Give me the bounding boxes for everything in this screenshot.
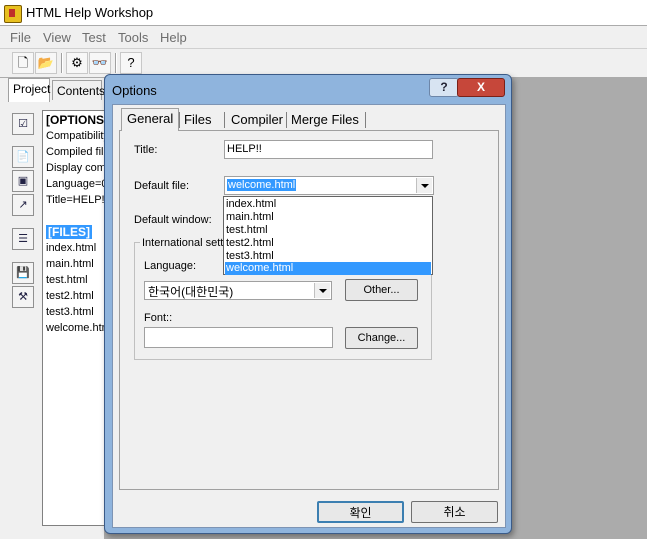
save-compile-icon[interactable]: ⚒ [12,286,34,308]
font-field[interactable] [144,327,333,348]
view-source-icon[interactable]: ↗ [12,194,34,216]
tab-separator [286,112,287,128]
open-icon[interactable]: 📂 [35,52,57,74]
window-title: HTML Help Workshop [26,5,154,20]
dropdown-option[interactable]: test2.html [225,237,431,250]
menu-tools[interactable]: Tools [118,30,148,45]
compile-icon[interactable]: ⚙ [66,52,88,74]
add-window-icon[interactable]: ▣ [12,170,34,192]
change-button[interactable]: Change... [345,327,418,349]
default-file-dropdown-list: index.html main.html test.html test2.htm… [223,196,433,275]
dropdown-option[interactable]: test.html [225,224,431,237]
list-item[interactable]: Language=0 [46,178,105,190]
font-label: Font:: [144,312,173,324]
tab-separator [365,112,366,128]
api-info-icon[interactable]: ☰ [12,228,34,250]
language-select[interactable]: 한국어(대한민국) [144,281,332,300]
help-icon[interactable]: ? [120,52,142,74]
options-dialog: Options ? X General Files Compiler Merge… [104,74,512,534]
tab-project[interactable]: Project [8,78,50,102]
tab-contents[interactable]: Contents [52,80,105,100]
save-project-icon[interactable]: 💾 [12,262,34,284]
view-compiled-icon[interactable]: 👓 [89,52,111,74]
close-button[interactable]: X [457,78,505,97]
default-file-label: Default file: [134,180,190,192]
chevron-down-icon[interactable] [314,283,330,298]
tab-files[interactable]: Files [181,110,214,129]
language-label: Language: [144,260,196,272]
list-item[interactable]: test.html [46,274,88,286]
tab-separator [224,112,225,128]
menu-view[interactable]: View [43,30,71,45]
add-file-icon[interactable]: 📄 [12,146,34,168]
list-item[interactable]: Compatibility [46,130,105,142]
list-item[interactable]: Display com [46,162,105,174]
files-header[interactable]: [FILES] [46,225,92,239]
menu-help[interactable]: Help [160,30,187,45]
options-header[interactable]: [OPTIONS] [46,113,105,127]
dropdown-option-selected[interactable]: welcome.html [225,262,431,275]
list-item[interactable]: test2.html [46,290,94,302]
default-window-label: Default window: [134,214,212,226]
list-item[interactable]: index.html [46,242,96,254]
help-workshop-icon [4,5,22,23]
toolbar: 🗋 📂 ⚙ 👓 ? [0,49,647,77]
new-icon[interactable]: 🗋 [12,52,34,74]
default-file-value: welcome.html [227,179,297,191]
dropdown-option[interactable]: index.html [225,198,431,211]
menu-bar: File View Test Tools Help [0,26,647,49]
list-item[interactable]: main.html [46,258,94,270]
change-options-icon[interactable]: ☑ [12,113,34,135]
tab-compiler[interactable]: Compiler [228,110,286,129]
help-button[interactable]: ? [429,78,459,97]
language-value: 한국어(대한민국) [148,285,234,299]
toolbar-separator [115,53,117,73]
ok-button[interactable]: 확인 [317,501,404,523]
toolbar-separator [61,53,63,73]
menu-test[interactable]: Test [82,30,106,45]
list-item[interactable]: test3.html [46,306,94,318]
list-item[interactable]: welcome.html [46,322,105,334]
dropdown-option[interactable]: main.html [225,211,431,224]
general-tab-panel: Title: HELP!! Default file: welcome.html… [119,130,499,490]
dialog-client: General Files Compiler Merge Files Title… [112,104,506,528]
dialog-title: Options [112,83,157,98]
list-item[interactable]: Title=HELP!! [46,194,105,206]
title-label: Title: [134,144,158,156]
cancel-button[interactable]: 취소 [411,501,498,523]
project-tabs: Project Contents [0,78,105,102]
title-input[interactable]: HELP!! [224,140,433,159]
default-file-select[interactable]: welcome.html [224,176,434,195]
other-button[interactable]: Other... [345,279,418,301]
chevron-down-icon[interactable] [416,178,432,193]
list-item[interactable]: Compiled file [46,146,105,158]
international-group-title: International setti [140,237,228,249]
tab-general[interactable]: General [121,108,180,131]
window-titlebar: HTML Help Workshop [0,0,647,25]
tab-merge-files[interactable]: Merge Files [288,110,362,129]
project-list: [OPTIONS] Compatibility Compiled file Di… [42,110,106,526]
menu-file[interactable]: File [10,30,31,45]
